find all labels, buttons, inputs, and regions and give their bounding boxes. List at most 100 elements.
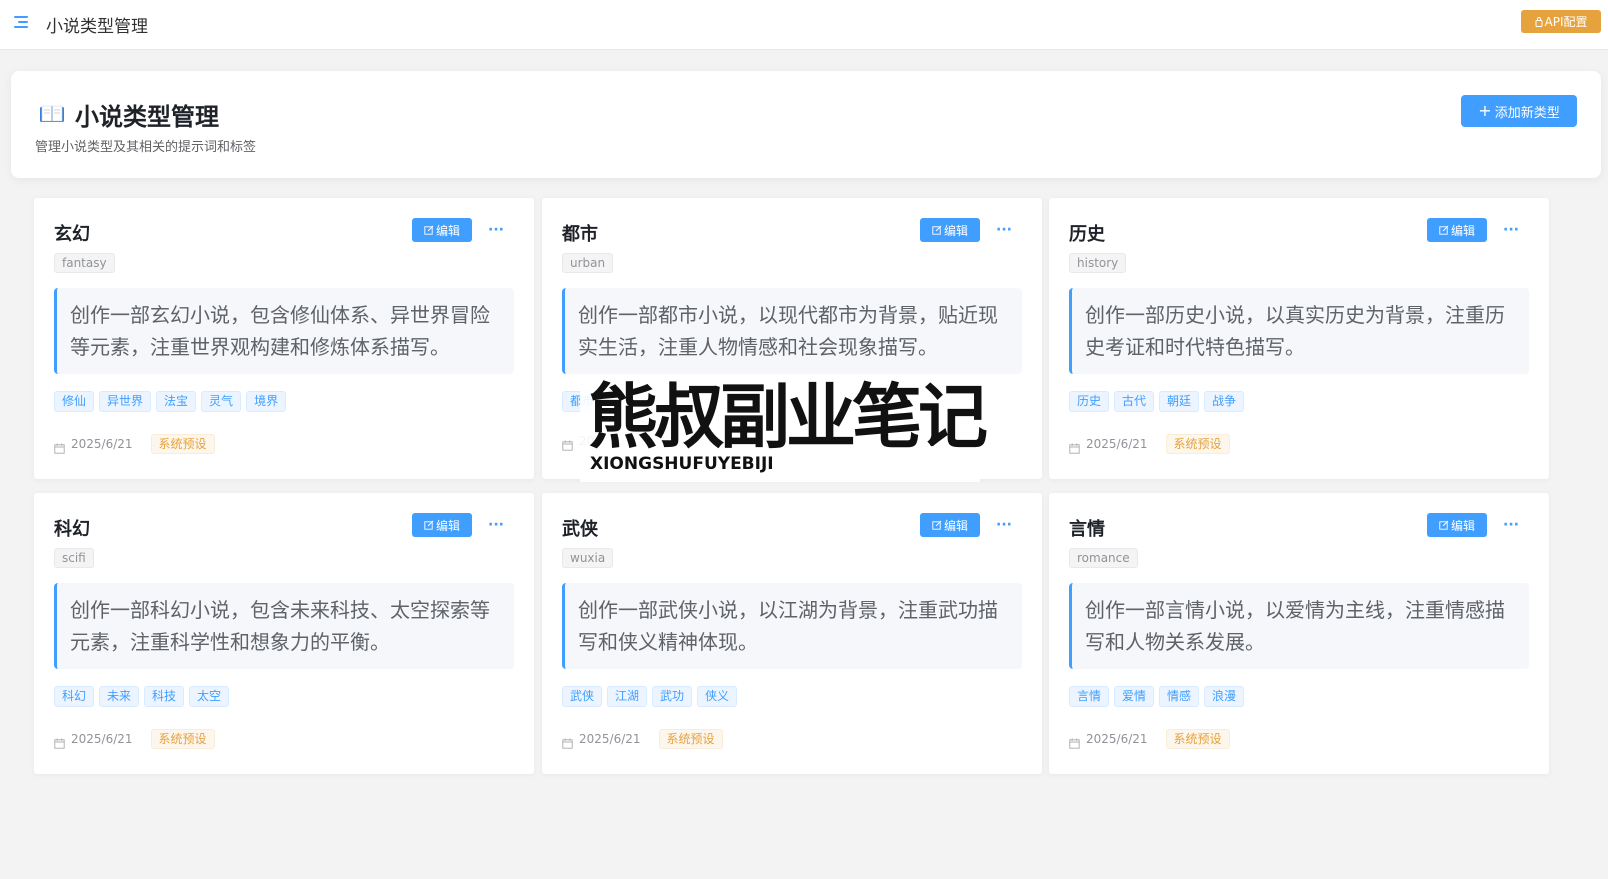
prompt-text: 创作一部武侠小说，以江湖为背景，注重武功描写和侠义精神体现。	[562, 583, 1022, 669]
edit-label: 编辑	[943, 518, 968, 533]
type-key-tag: wuxia	[562, 548, 614, 568]
system-preset-badge: 系统预设	[150, 729, 215, 749]
keyword-tag: 未来	[99, 686, 140, 707]
keyword-tag: 朝廷	[1159, 391, 1200, 412]
edit-button[interactable]: 编辑	[920, 218, 980, 242]
keyword-tag: 科技	[144, 686, 185, 707]
type-card: 玄幻 编辑 ··· fantasy 创作一部玄幻小说，包含修仙体系、异世界冒险等…	[34, 198, 534, 479]
edit-icon	[424, 225, 434, 235]
calendar-icon	[54, 439, 65, 454]
type-key-tag: scifi	[54, 548, 94, 568]
edit-label: 编辑	[1450, 223, 1475, 238]
system-preset-badge: 系统预设	[150, 434, 215, 454]
edit-label: 编辑	[435, 223, 460, 238]
watermark-subtext: XIONGSHUFUYEBIJI	[590, 454, 774, 474]
keyword-tag: 江湖	[607, 686, 648, 707]
calendar-icon	[1069, 734, 1080, 749]
type-name: 历史	[1069, 224, 1105, 245]
page-header-card: 小说类型管理 管理小说类型及其相关的提示词和标签 + 添加新类型	[11, 71, 1601, 178]
edit-label: 编辑	[435, 518, 460, 533]
keyword-tag: 异世界	[99, 391, 152, 412]
keyword-tags: 武侠 江湖 武功 侠义	[562, 686, 738, 707]
calendar-icon	[1069, 439, 1080, 454]
prompt-text: 创作一部科幻小说，包含未来科技、太空探索等元素，注重科学性和想象力的平衡。	[54, 583, 514, 669]
type-name: 都市	[562, 224, 598, 245]
app-title: 小说类型管理	[46, 17, 148, 37]
more-actions-button[interactable]: ···	[1499, 513, 1523, 537]
prompt-text: 创作一部历史小说，以真实历史为背景，注重历史考证和时代特色描写。	[1069, 288, 1529, 374]
edit-button[interactable]: 编辑	[920, 513, 980, 537]
type-key-tag: urban	[562, 253, 614, 273]
keyword-tag: 太空	[189, 686, 230, 707]
created-date: 2025/6/21	[71, 437, 133, 451]
page-subtitle: 管理小说类型及其相关的提示词和标签	[35, 140, 257, 155]
system-preset-badge: 系统预设	[658, 729, 723, 749]
keyword-tag: 古代	[1114, 391, 1155, 412]
prompt-text: 创作一部都市小说，以现代都市为背景，贴近现实生活，注重人物情感和社会现象描写。	[562, 288, 1022, 374]
edit-label: 编辑	[1450, 518, 1475, 533]
keyword-tag: 法宝	[156, 391, 197, 412]
edit-button[interactable]: 编辑	[1427, 513, 1487, 537]
system-preset-badge: 系统预设	[1165, 434, 1230, 454]
type-key-tag: romance	[1069, 548, 1138, 568]
menu-fold-icon[interactable]	[14, 16, 28, 28]
edit-icon	[1439, 520, 1449, 530]
prompt-text: 创作一部玄幻小说，包含修仙体系、异世界冒险等元素，注重世界观构建和修炼体系描写。	[54, 288, 514, 374]
card-footer: 2025/6/21 系统预设	[1069, 729, 1230, 749]
card-footer: 2025/6/21 系统预设	[1069, 434, 1230, 454]
keyword-tag: 灵气	[201, 391, 242, 412]
keyword-tag: 境界	[246, 391, 287, 412]
edit-icon	[932, 225, 942, 235]
keyword-tag: 修仙	[54, 391, 95, 412]
more-actions-button[interactable]: ···	[1499, 218, 1523, 242]
add-type-label: 添加新类型	[1494, 105, 1560, 121]
lock-icon	[1535, 17, 1542, 27]
prompt-text: 创作一部言情小说，以爱情为主线，注重情感描写和人物关系发展。	[1069, 583, 1529, 669]
edit-label: 编辑	[943, 223, 968, 238]
calendar-icon	[562, 436, 573, 451]
type-card: 科幻 编辑 ··· scifi 创作一部科幻小说，包含未来科技、太空探索等元素，…	[34, 493, 534, 774]
api-config-label: API配置	[1544, 15, 1588, 29]
add-type-button[interactable]: + 添加新类型	[1461, 95, 1577, 127]
type-name: 武侠	[562, 519, 598, 540]
keyword-tags: 修仙 异世界 法宝 灵气 境界	[54, 391, 287, 412]
edit-button[interactable]: 编辑	[412, 218, 472, 242]
card-footer: 2025/6/21 系统预设	[54, 434, 215, 454]
edit-button[interactable]: 编辑	[412, 513, 472, 537]
edit-icon	[424, 520, 434, 530]
keyword-tag: 浪漫	[1204, 686, 1245, 707]
more-actions-button[interactable]: ···	[484, 513, 508, 537]
more-actions-button[interactable]: ···	[992, 218, 1016, 242]
keyword-tag: 侠义	[697, 686, 738, 707]
created-date: 2025/6/21	[1086, 732, 1148, 746]
type-name: 言情	[1069, 519, 1105, 540]
type-name: 科幻	[54, 519, 90, 540]
system-preset-badge: 系统预设	[1165, 729, 1230, 749]
edit-button[interactable]: 编辑	[1427, 218, 1487, 242]
keyword-tags: 言情 爱情 情感 浪漫	[1069, 686, 1245, 707]
more-actions-button[interactable]: ···	[484, 218, 508, 242]
keyword-tag: 科幻	[54, 686, 95, 707]
type-card: 言情 编辑 ··· romance 创作一部言情小说，以爱情为主线，注重情感描写…	[1049, 493, 1549, 774]
open-book-icon	[40, 105, 64, 122]
card-footer: 2025/6/21 系统预设	[54, 729, 215, 749]
keyword-tag: 言情	[1069, 686, 1110, 707]
watermark: 熊叔副业笔记 XIONGSHUFUYEBIJI	[580, 377, 988, 482]
keyword-tag: 战争	[1204, 391, 1245, 412]
keyword-tag: 历史	[1069, 391, 1110, 412]
card-footer: 2025/6/21 系统预设	[562, 729, 723, 749]
calendar-icon	[562, 734, 573, 749]
api-config-button[interactable]: API配置	[1521, 10, 1601, 33]
keyword-tag: 武功	[652, 686, 693, 707]
keyword-tag: 爱情	[1114, 686, 1155, 707]
page-title: 小说类型管理	[75, 103, 219, 131]
created-date: 2025/6/21	[1086, 437, 1148, 451]
top-bar: 小说类型管理 API配置	[0, 0, 1608, 50]
keyword-tags: 历史 古代 朝廷 战争	[1069, 391, 1245, 412]
more-actions-button[interactable]: ···	[992, 513, 1016, 537]
type-name: 玄幻	[54, 224, 90, 245]
type-key-tag: fantasy	[54, 253, 115, 273]
edit-icon	[932, 520, 942, 530]
keyword-tag: 武侠	[562, 686, 603, 707]
type-card: 武侠 编辑 ··· wuxia 创作一部武侠小说，以江湖为背景，注重武功描写和侠…	[542, 493, 1042, 774]
